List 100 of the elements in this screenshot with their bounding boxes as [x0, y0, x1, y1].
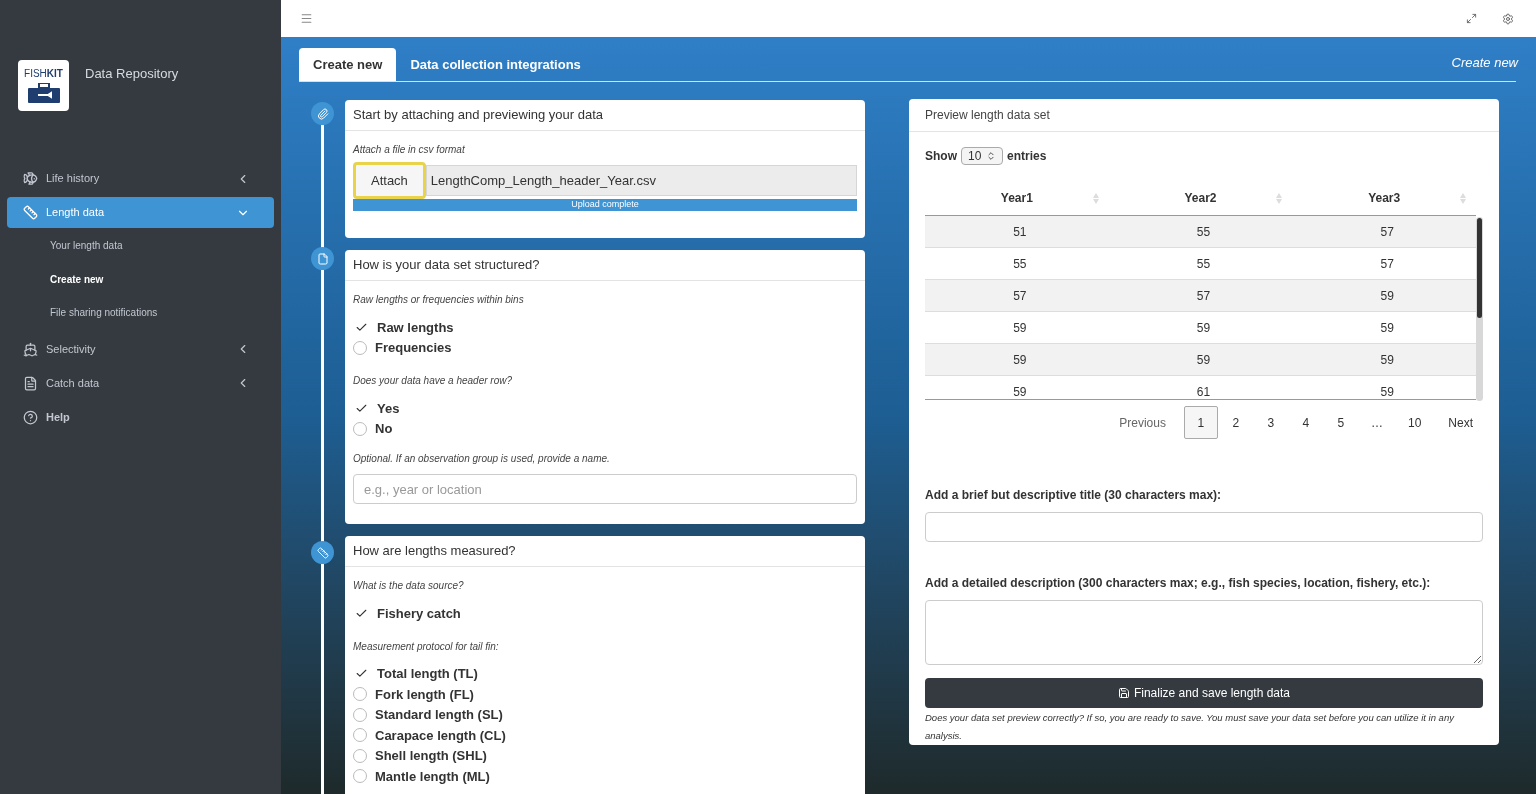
- radio-button[interactable]: [353, 687, 367, 702]
- question-mark-icon: [23, 409, 38, 425]
- document-icon: [316, 252, 329, 265]
- submenu-item[interactable]: File sharing notifications: [7, 296, 274, 330]
- field-label: Add a brief but descriptive title (30 characters max):: [925, 487, 1223, 504]
- expand-icon[interactable]: [1466, 13, 1477, 24]
- table-cell-text: 59: [1379, 351, 1395, 369]
- ruler-icon: [316, 546, 329, 559]
- tab[interactable]: Create new: [299, 48, 397, 81]
- option-label: Mantle length (ML): [375, 767, 490, 786]
- card-header: Preview length data set: [909, 99, 1499, 132]
- table-cell-text: 59: [1379, 383, 1395, 399]
- option-label: Shell length (SHL): [375, 747, 487, 765]
- table-cell-text: 59: [1379, 287, 1395, 305]
- document-icon: [23, 375, 38, 391]
- radio-button[interactable]: [353, 728, 367, 743]
- field-label: Add a detailed description (300 characters max; e.g., fish species, location, fishery, etc.):: [925, 575, 1432, 592]
- toolbox-icon: [26, 82, 61, 103]
- logo-text: FISHKIT: [24, 68, 63, 79]
- group-name-field[interactable]: e.g., year or location: [353, 474, 857, 504]
- page-button[interactable]: 2: [1218, 406, 1253, 439]
- table-cell-text: 59: [1195, 319, 1212, 337]
- option-label: Total length (TL): [377, 665, 478, 683]
- page-size-select[interactable]: 10: [961, 147, 1003, 165]
- column-header[interactable]: Year2: [1108, 181, 1293, 215]
- question-text: Measurement protocol for tail fin:: [353, 639, 500, 654]
- spinner-icon: [986, 151, 996, 161]
- option-label: Standard length (SL): [375, 706, 503, 724]
- save-button[interactable]: Finalize and save length data: [925, 678, 1483, 708]
- previous-button[interactable]: Previous: [1102, 406, 1183, 439]
- description-field[interactable]: [925, 600, 1483, 665]
- ship-icon: [23, 341, 38, 357]
- table-cell-text: 57: [1012, 287, 1028, 305]
- page-button[interactable]: 4: [1288, 406, 1323, 439]
- submenu-item[interactable]: Create new: [7, 262, 274, 296]
- fish-icon: [23, 171, 38, 186]
- option-label: Fishery catch: [377, 604, 461, 623]
- paperclip-icon: [316, 107, 329, 120]
- table-cell-text: 51: [1012, 223, 1028, 241]
- radio-button[interactable]: [353, 421, 367, 436]
- sidebar-item[interactable]: Catch data: [7, 367, 274, 399]
- breadcrumb: Create new: [1451, 53, 1518, 72]
- option-label: No: [375, 420, 393, 438]
- sidebar-item[interactable]: Selectivity: [7, 333, 274, 365]
- table-cell-text: 59: [1012, 383, 1028, 399]
- sidebar-item[interactable]: Life history: [7, 163, 274, 194]
- show-label: Show: [925, 148, 957, 165]
- option-label: Raw lengths: [377, 318, 454, 337]
- table-cell-text: 59: [1195, 351, 1212, 369]
- app-title: Data Repository: [85, 65, 179, 83]
- table-cell-text: 61: [1195, 383, 1212, 399]
- table-cell-text: 59: [1012, 351, 1028, 369]
- table-cell-text: 57: [1195, 287, 1212, 305]
- page-button[interactable]: 3: [1253, 406, 1288, 439]
- column-header[interactable]: Year3: [1292, 181, 1476, 215]
- table-cell-text: 55: [1195, 255, 1212, 273]
- card-header: How are lengths measured?: [345, 536, 865, 567]
- option-label: Yes: [377, 399, 400, 418]
- table-cell-text: 59: [1012, 319, 1028, 337]
- sidebar-item[interactable]: Help: [7, 401, 274, 433]
- attach-button[interactable]: Attach: [353, 162, 426, 199]
- table-cell-text: 55: [1195, 223, 1212, 241]
- table-cell-text: 59: [1379, 319, 1395, 337]
- page-button[interactable]: 10: [1395, 406, 1434, 439]
- sort-icon: [1460, 192, 1466, 204]
- page-button[interactable]: 1: [1183, 406, 1218, 439]
- title-field[interactable]: [925, 512, 1483, 542]
- option-label: Fork length (FL): [375, 685, 474, 704]
- entries-label: entries: [1007, 148, 1047, 165]
- table-cell-text: 57: [1379, 223, 1395, 241]
- table-cell-text: 57: [1379, 255, 1395, 273]
- submenu-item[interactable]: Your length data: [7, 229, 274, 263]
- page-button[interactable]: …: [1358, 406, 1395, 439]
- question-text: What is the data source?: [353, 579, 465, 593]
- settings-icon[interactable]: [1502, 12, 1514, 25]
- optional-label: Optional. If an observation group is used, provide a name.: [353, 452, 611, 466]
- upload-status: Upload complete: [570, 199, 640, 211]
- sort-icon: [1276, 192, 1283, 204]
- radio-button[interactable]: [353, 707, 367, 722]
- hint-text: Attach a file in csv format: [353, 143, 466, 157]
- question-text: Raw lengths or frequencies within bins: [353, 293, 525, 307]
- ruler-icon: [23, 205, 38, 220]
- menu-icon[interactable]: [300, 12, 313, 25]
- table-cell-text: 55: [1012, 255, 1028, 273]
- radio-button[interactable]: [353, 340, 367, 355]
- page-button[interactable]: 5: [1323, 406, 1358, 439]
- file-name-field[interactable]: LengthComp_Length_header_Year.csv: [425, 165, 857, 196]
- tab[interactable]: Data collection integrations: [396, 48, 595, 81]
- option-label: Carapace length (CL): [375, 726, 506, 745]
- option-label: Frequencies: [375, 339, 452, 357]
- radio-button[interactable]: [353, 769, 367, 784]
- card-header: How is your data set structured?: [345, 250, 865, 281]
- column-header[interactable]: Year1: [925, 181, 1109, 215]
- card-header: Start by attaching and previewing your data: [345, 100, 865, 131]
- save-note: Does your data set preview correctly? If so, you are ready to save. You must save your data set before you can utilize it in any analysis.: [925, 711, 1456, 743]
- question-text: Does your data have a header row?: [353, 374, 513, 388]
- radio-button[interactable]: [353, 748, 367, 763]
- next-button[interactable]: Next: [1434, 406, 1473, 439]
- scrollbar[interactable]: [1476, 217, 1483, 401]
- sort-icon: [1092, 192, 1099, 204]
